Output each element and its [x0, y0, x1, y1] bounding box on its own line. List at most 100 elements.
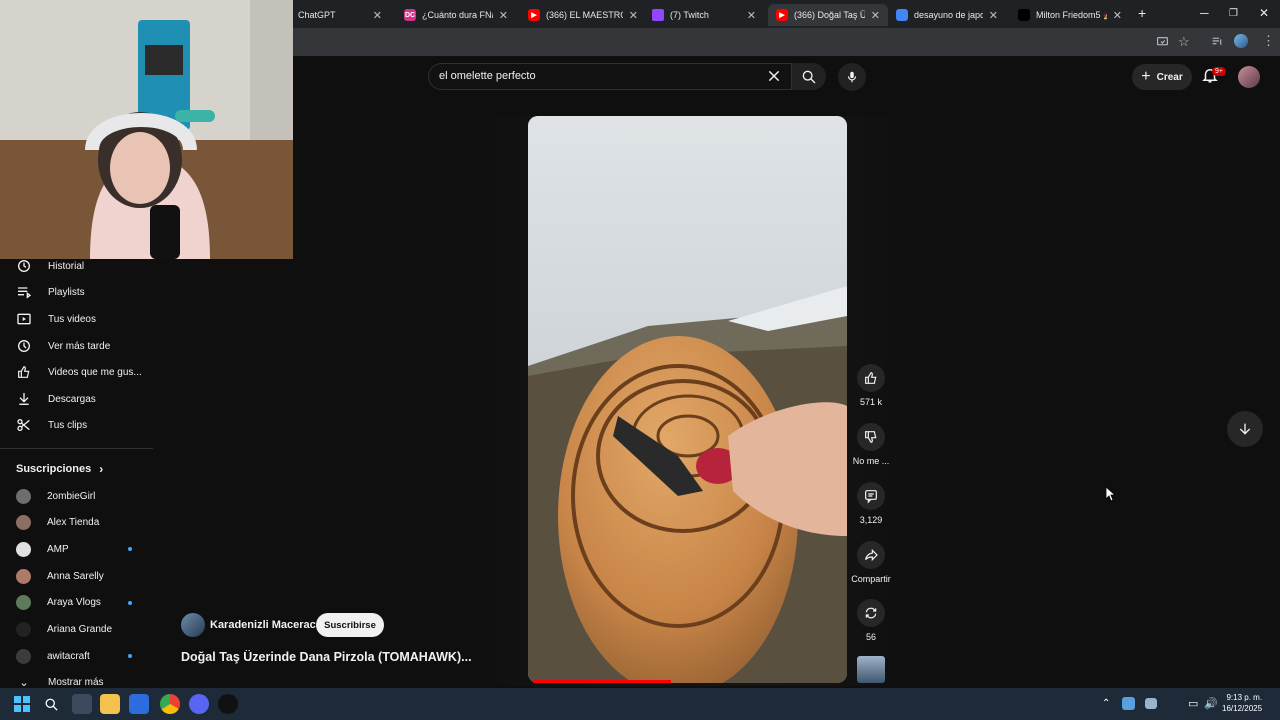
task-view-icon[interactable]	[72, 694, 92, 714]
taskbar-search-icon[interactable]	[41, 694, 61, 714]
search-button[interactable]	[792, 63, 826, 90]
ms-store-icon[interactable]	[129, 694, 149, 714]
sidebar-item-label: Descargas	[48, 393, 96, 405]
search-icon	[802, 70, 816, 83]
bookmark-star-icon[interactable]: ☆	[1178, 34, 1190, 50]
comments-button[interactable]: 3,129	[850, 482, 892, 525]
short-video-player[interactable]	[528, 116, 847, 683]
discord-icon[interactable]	[189, 694, 209, 714]
browser-tab[interactable]: DC ¿Cuánto dura FNaF W ✕	[396, 4, 516, 26]
minimize-icon[interactable]: ─	[1200, 6, 1209, 20]
close-tab-icon[interactable]: ✕	[989, 9, 998, 22]
search-query-text: el omelette perfecto	[439, 70, 536, 82]
close-tab-icon[interactable]: ✕	[499, 9, 508, 22]
action-button-circle[interactable]	[857, 541, 885, 569]
video-frame-image	[528, 116, 847, 683]
action-label: 3,129	[859, 515, 883, 525]
clips-icon	[17, 419, 30, 431]
cast-icon[interactable]	[1156, 35, 1169, 48]
subscription-item[interactable]: Ariana Grande	[0, 617, 150, 643]
browser-tab[interactable]: (7) Twitch ✕	[644, 4, 764, 26]
tab-label: (366) Doğal Taş Üzeri	[794, 10, 865, 20]
subscription-item[interactable]: AMP	[0, 536, 150, 562]
twitch-icon	[652, 9, 664, 21]
close-tab-icon[interactable]: ✕	[871, 9, 880, 22]
close-tab-icon[interactable]: ✕	[1113, 9, 1122, 22]
action-label: 56	[865, 632, 876, 642]
onedrive-icon[interactable]	[1145, 698, 1157, 709]
video-progress-bar[interactable]	[533, 680, 672, 683]
subscription-name: Ariana Grande	[47, 624, 113, 635]
browser-tab[interactable]: ChatGPT ✕	[290, 4, 390, 26]
menu-kebab-icon[interactable]: ⋮	[1262, 33, 1275, 49]
sidebar-item-playlists[interactable]: Playlists	[0, 279, 150, 305]
chevron-right-icon: ›	[99, 462, 104, 476]
tab-label: ¿Cuánto dura FNaF W	[422, 10, 493, 20]
create-button[interactable]: + Crear	[1132, 64, 1192, 90]
browser-tab[interactable]: desayuno de japon - ✕	[888, 4, 1006, 26]
subscription-item[interactable]: awitacraft	[0, 643, 150, 669]
dislike-button[interactable]: No me ...	[850, 423, 892, 466]
profile-avatar[interactable]	[1234, 34, 1248, 48]
media-control-icon[interactable]	[1211, 35, 1224, 48]
video-title[interactable]: Doğal Taş Üzerinde Dana Pirzola (TOMAHAW…	[181, 650, 521, 664]
x-icon	[1018, 9, 1030, 21]
clear-search-icon[interactable]	[766, 68, 782, 84]
chrome-icon[interactable]	[160, 694, 180, 714]
subscription-item[interactable]: Anna Sarelly	[0, 563, 150, 589]
action-button-circle[interactable]	[857, 423, 885, 451]
sound-thumbnail[interactable]	[857, 656, 885, 683]
action-button-circle[interactable]	[857, 364, 885, 392]
network-icon[interactable]: ▭	[1188, 697, 1198, 710]
voice-search-button[interactable]	[838, 63, 866, 91]
sidebar-item-your-videos[interactable]: Tus videos	[0, 306, 150, 332]
close-tab-icon[interactable]: ✕	[373, 9, 382, 22]
remix-button[interactable]: 56	[850, 599, 892, 642]
like-button[interactable]: 571 k	[850, 364, 892, 407]
tray-chevron-icon[interactable]: ⌃	[1102, 698, 1110, 709]
next-short-button[interactable]	[1227, 411, 1263, 447]
sidebar-item-liked-videos[interactable]: Videos que me gus...	[0, 359, 150, 385]
channel-avatar[interactable]	[181, 613, 205, 637]
subscription-item[interactable]: Araya Vlogs	[0, 590, 150, 616]
browser-tab[interactable]: Milton Friedom5 🚀 ✕	[1010, 4, 1130, 26]
browser-tab[interactable]: ▶ (366) EL MAESTRO SI ✕	[520, 4, 646, 26]
close-window-icon[interactable]: ✕	[1259, 6, 1269, 20]
tab-label: desayuno de japon -	[914, 10, 983, 20]
subscriptions-title: Suscripciones	[16, 463, 92, 475]
subscription-item[interactable]: 2ombieGirl	[0, 483, 150, 509]
sidebar-item-watch-later[interactable]: Ver más tarde	[0, 333, 150, 359]
streamer-camera-image	[0, 0, 293, 259]
browser-tab[interactable]: ▶ (366) Doğal Taş Üzeri ✕	[768, 4, 888, 26]
subscription-name: Alex Tienda	[47, 517, 100, 529]
action-label: Compartir	[851, 574, 891, 584]
volume-icon[interactable]: 🔊	[1204, 697, 1218, 710]
subscriptions-header[interactable]: Suscripciones ›	[16, 462, 103, 476]
action-button-circle[interactable]	[857, 482, 885, 510]
taskbar-clock[interactable]: 9:13 p. m. 16/12/2025	[1222, 692, 1262, 714]
tab-label: ChatGPT	[298, 10, 336, 20]
obs-icon[interactable]	[218, 694, 238, 714]
share-button[interactable]: Compartir	[850, 541, 892, 584]
file-explorer-icon[interactable]	[100, 694, 120, 714]
subscription-item[interactable]: Alex Tienda	[0, 510, 150, 536]
subscribe-button[interactable]: Suscribirse	[316, 613, 384, 637]
new-tab-button[interactable]: +	[1138, 5, 1146, 21]
channel-avatar	[16, 648, 31, 664]
clock-time: 9:13 p. m.	[1226, 693, 1263, 702]
account-avatar[interactable]	[1238, 66, 1260, 88]
windows-start-icon[interactable]	[12, 694, 32, 714]
subscription-name: 2ombieGirl	[47, 490, 96, 502]
tray-app-icon[interactable]	[1122, 697, 1135, 710]
close-tab-icon[interactable]: ✕	[629, 9, 638, 22]
close-tab-icon[interactable]: ✕	[747, 9, 756, 22]
sidebar-item-clips[interactable]: Tus clips	[0, 412, 150, 438]
subscription-name: AMP	[47, 543, 69, 555]
new-content-dot	[128, 547, 132, 552]
action-button-circle[interactable]	[857, 599, 885, 627]
sidebar-item-downloads[interactable]: Descargas	[0, 386, 150, 412]
channel-avatar	[16, 595, 31, 611]
channel-name[interactable]: Karadenizli Maceracı	[210, 619, 319, 631]
restore-icon[interactable]: ❐	[1229, 8, 1238, 19]
sidebar-item-label: Historial	[48, 260, 85, 272]
